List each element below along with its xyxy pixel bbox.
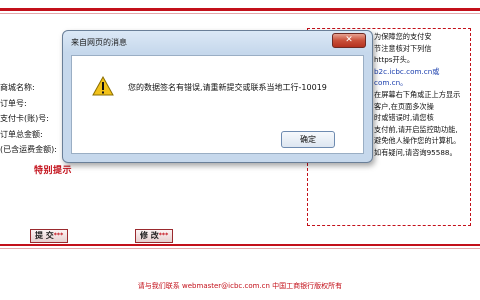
tip-line: https开头。 [374,55,415,65]
tip-line: 节注意核对下列信 [374,43,432,53]
submit-button-dots: *** [53,232,64,239]
special-notice: 特别提示 [34,166,73,176]
header-rule [0,8,480,11]
payment-form-labels: 商城名称: 订单号: 支付卡(账)号: 订单总金额: (已含运费金额): [0,80,70,158]
ok-button[interactable]: 确定 [281,131,335,148]
submit-button-label: 提 交 [35,231,54,240]
label-card-number: 支付卡(账)号: [0,114,49,123]
dialog-message: 您的数据签名有错误,请重新提交或联系当地工行-10019 [128,83,327,92]
dialog-title: 来自网页的消息 [71,38,127,47]
modify-button-label: 修 改 [140,231,159,240]
tip-line: b2c.icbc.com.cn或 [374,66,440,76]
footer-rule-thin [0,248,480,249]
label-merchant-name: 商城名称: [0,83,35,92]
message-dialog: 来自网页的消息 ✕ 您的数据签名有错误,请重新提交或联系当地工行-10019 确… [62,30,373,163]
tip-line: com.cn。 [374,78,408,88]
label-order-total: 订单总金额: [0,129,43,139]
tip-line: 在屏幕右下角或正上方显示 [374,89,461,99]
tip-line: 客户,在页面多次操 [374,101,434,111]
modify-button-dots: *** [158,232,169,239]
tip-line: 如有疑问,请咨询95588。 [374,147,457,157]
modify-button[interactable]: 修 改*** [135,229,174,243]
tip-line: 为保障您的支付安 [374,32,432,41]
header-rule-thin [0,13,480,14]
tip-line: 时或错误时,请您核 [374,113,434,123]
dialog-body: 您的数据签名有错误,请重新提交或联系当地工行-10019 确定 [71,55,364,154]
label-order-number: 订单号: [0,98,27,108]
label-shipping-included: (已含运费金额): [0,145,57,154]
tip-line: 支付前,请开启监控助功能, [374,124,458,134]
close-icon[interactable]: ✕ [332,33,366,48]
footer-rule [0,244,480,246]
warning-icon [92,76,114,96]
footer-contact: 请与我们联系 webmaster@icbc.com.cn 中国工商银行版权所有 [137,282,343,290]
tip-line: 避免他人操作您的计算机。 [374,136,461,146]
submit-button[interactable]: 提 交*** [30,229,69,243]
